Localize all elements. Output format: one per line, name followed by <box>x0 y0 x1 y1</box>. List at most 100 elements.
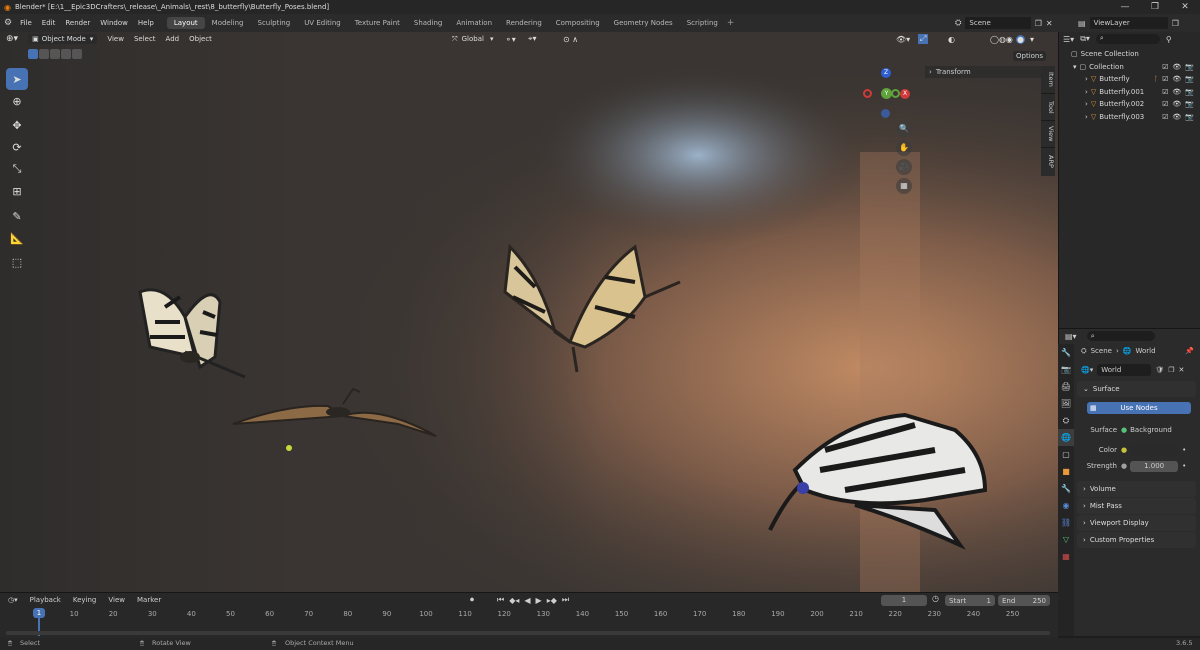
fake-user-icon[interactable]: 🛡 <box>1155 366 1164 374</box>
snap-icon[interactable]: ⌖▾ <box>528 34 537 44</box>
breadcrumb-world[interactable]: World <box>1135 347 1155 355</box>
strength-field[interactable]: 1.000 <box>1130 460 1179 472</box>
menu-view[interactable]: View <box>108 596 125 604</box>
data-tab-icon[interactable]: ▽ <box>1058 531 1074 548</box>
expand-icon[interactable]: › <box>1085 113 1088 121</box>
outliner-search[interactable]: ⌕ <box>1095 34 1160 44</box>
scene-selector[interactable]: ⛭ Scene ❐ ✕ <box>955 16 1053 30</box>
viewlayer-new-icon[interactable]: ❐ <box>1172 19 1179 28</box>
menu-help[interactable]: Help <box>133 19 159 27</box>
checkbox-icon[interactable]: ☑ <box>1162 88 1168 96</box>
checkbox-icon[interactable]: ☑ <box>1162 113 1168 121</box>
select-intersect-icon[interactable] <box>72 49 82 59</box>
butterfly-3[interactable] <box>228 384 440 439</box>
checkbox-icon[interactable]: ☑ <box>1162 75 1168 83</box>
select-subtract-icon[interactable] <box>50 49 60 59</box>
render-tab-icon[interactable]: 📷 <box>1058 361 1074 378</box>
collection-tab-icon[interactable]: ▢ <box>1058 446 1074 463</box>
menu-object[interactable]: Object <box>189 35 212 43</box>
outliner-display-icon[interactable]: ⧉▾ <box>1080 34 1090 44</box>
select-box-tool[interactable]: ➤ <box>6 68 28 90</box>
tab-animation[interactable]: Animation <box>449 17 499 29</box>
scene-collection-row[interactable]: ▢ Scene Collection <box>1059 48 1200 61</box>
view-layer-tab-icon[interactable]: 🖼 <box>1058 395 1074 412</box>
shading-wire-icon[interactable]: ◯◍◉ <box>990 35 1013 44</box>
menu-keying[interactable]: Keying <box>73 596 97 604</box>
record-button[interactable]: ⏺ <box>470 595 474 605</box>
camera-icon[interactable]: 📷 <box>1185 100 1194 108</box>
play-reverse-icon[interactable]: ◀ <box>524 596 530 605</box>
checkbox-icon[interactable]: ☑ <box>1162 100 1168 108</box>
prev-keyframe-icon[interactable]: ◆◂ <box>509 596 519 605</box>
maximize-button[interactable]: ❐ <box>1140 0 1170 14</box>
3d-viewport[interactable]: ⊕▾ ▣ Object Mode ▾ View Select Add Objec… <box>0 32 1058 592</box>
butterfly-4[interactable] <box>765 410 995 550</box>
eye-icon[interactable]: 👁 <box>1172 63 1181 71</box>
collection-row[interactable]: ▾ ▢ Collection ☑ 👁 📷 <box>1059 61 1200 74</box>
menu-view[interactable]: View <box>107 35 124 43</box>
timeline-ruler[interactable]: 10 20 30 40 50 60 70 80 90 100 110 120 130 140 150 160 1… <box>0 607 1058 639</box>
surface-value[interactable]: Background <box>1130 426 1172 434</box>
physics-tab-icon[interactable]: ◉ <box>1058 497 1074 514</box>
options-button[interactable]: Options <box>1013 51 1047 61</box>
tab-texture-paint[interactable]: Texture Paint <box>348 17 407 29</box>
transform-tool[interactable]: ⊞ <box>6 180 28 202</box>
tool-tab-icon[interactable]: 🔧 <box>1058 344 1074 361</box>
menu-playback[interactable]: Playback <box>30 596 61 604</box>
menu-window[interactable]: Window <box>95 19 133 27</box>
outliner-item[interactable]: › ▽ Butterfly ᛚ ☑ 👁 📷 <box>1059 73 1200 86</box>
transform-orientation[interactable]: ⤧ Global ▾ <box>452 35 493 44</box>
butterfly-2[interactable] <box>495 237 685 377</box>
use-nodes-button[interactable]: ▦ Use Nodes <box>1087 402 1191 414</box>
outliner-item[interactable]: › ▽ Butterfly.001 ☑ 👁 📷 <box>1059 86 1200 99</box>
end-frame-field[interactable]: End 250 <box>998 595 1050 606</box>
camera-icon[interactable]: 📷 <box>1185 75 1194 83</box>
expand-icon[interactable]: › <box>1085 75 1088 83</box>
annotate-tool[interactable]: ✎ <box>6 205 28 227</box>
tab-geometry-nodes[interactable]: Geometry Nodes <box>607 17 680 29</box>
menu-marker[interactable]: Marker <box>137 596 161 604</box>
gizmo-neg-y[interactable] <box>891 89 900 98</box>
eye-icon[interactable]: 👁 <box>1172 88 1181 96</box>
menu-edit[interactable]: Edit <box>37 19 61 27</box>
expand-icon[interactable]: › <box>1085 100 1088 108</box>
menu-render[interactable]: Render <box>60 19 95 27</box>
expand-icon[interactable]: ▾ <box>1073 63 1077 71</box>
zoom-icon[interactable]: 🔍 <box>896 121 912 137</box>
close-button[interactable]: ✕ <box>1170 0 1200 14</box>
tab-compositing[interactable]: Compositing <box>549 17 607 29</box>
outliner-item[interactable]: › ▽ Butterfly.002 ☑ 👁 📷 <box>1059 98 1200 111</box>
cursor-tool[interactable]: ⊕ <box>6 90 28 112</box>
camera-icon[interactable]: 🎥 <box>896 159 912 175</box>
volume-panel-header[interactable]: › Volume <box>1077 481 1196 497</box>
object-tab-icon[interactable]: ■ <box>1058 463 1074 480</box>
properties-search[interactable]: ⌕ <box>1086 331 1155 341</box>
overlay-icon[interactable]: ◐ <box>948 35 955 44</box>
constraints-tab-icon[interactable]: ⛓ <box>1058 514 1074 531</box>
scale-tool[interactable]: ⤡ <box>6 158 28 180</box>
current-frame-field[interactable]: 1 <box>881 595 927 606</box>
gizmo-toggle-icon[interactable]: ⤢ <box>918 34 929 44</box>
menu-add[interactable]: Add <box>166 35 180 43</box>
viewlayer-selector[interactable]: ▤ ViewLayer ❐ <box>1078 16 1179 30</box>
duplicate-icon[interactable]: ❐ <box>1168 366 1174 374</box>
rotate-tool[interactable]: ⟳ <box>6 136 28 158</box>
blender-menu-icon[interactable]: ⚙ <box>4 18 12 28</box>
expand-icon[interactable]: › <box>1085 88 1088 96</box>
world-tab-icon[interactable]: 🌐 <box>1058 429 1074 446</box>
tab-item[interactable]: Item <box>1041 66 1055 94</box>
unlink-icon[interactable]: ✕ <box>1178 366 1184 374</box>
gizmo-neg-x[interactable] <box>863 89 872 98</box>
butterfly-1[interactable] <box>125 277 255 382</box>
tab-sculpting[interactable]: Sculpting <box>251 17 298 29</box>
tab-scripting[interactable]: Scripting <box>680 17 725 29</box>
pin-icon[interactable]: 📌 <box>1185 347 1194 355</box>
next-keyframe-icon[interactable]: ▸◆ <box>547 596 557 605</box>
surface-panel-header[interactable]: ⌄ Surface <box>1077 381 1196 397</box>
pivot-icon[interactable]: ⚬▾ <box>505 35 516 44</box>
playhead[interactable]: 1 <box>33 608 45 618</box>
measure-tool[interactable]: 📐 <box>6 227 28 249</box>
jump-start-icon[interactable]: ⏮ <box>497 595 504 605</box>
camera-icon[interactable]: 📷 <box>1185 113 1194 121</box>
filter-icon[interactable]: ⚲ <box>1166 35 1172 44</box>
